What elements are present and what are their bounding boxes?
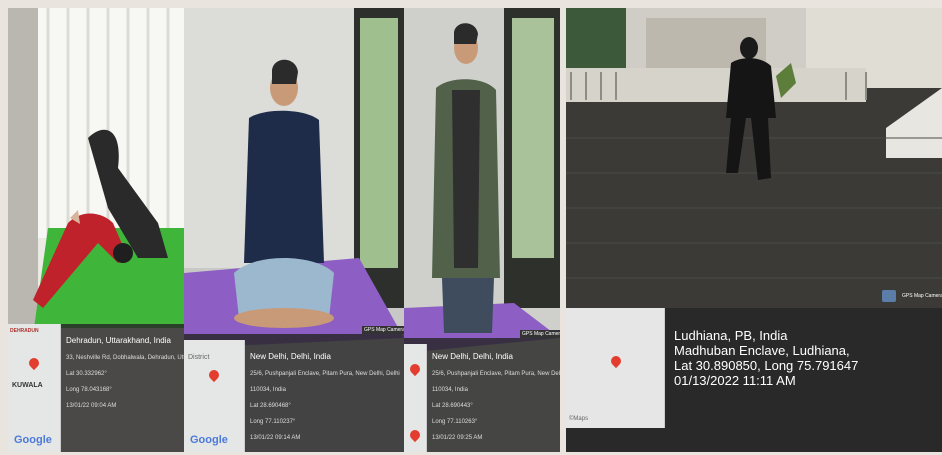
- address: 25/6, Pushpanjali Enclave, Pitam Pura, N…: [432, 371, 560, 377]
- photo-dehradun: DEHRADUN KUWALA Google Dehradun, Uttarak…: [8, 8, 184, 452]
- photo-ludhiana: GPS Map Camera ©Maps Ludhiana, PB, India…: [566, 8, 942, 452]
- address: 33, Neshville Rd, Dobhalwala, Dehradun, …: [66, 355, 184, 361]
- gps-camera-badge: GPS Map Camera: [362, 326, 404, 334]
- location-title: New Delhi, Delhi, India: [432, 352, 513, 361]
- photo-new-delhi-seated: GPS Map Camera District Google New Delhi…: [184, 8, 404, 452]
- google-logo-icon: Google: [14, 434, 52, 446]
- gps-camera-badge: GPS Map Camera: [902, 293, 942, 299]
- caption-location: Ludhiana, PB, India: [674, 328, 788, 343]
- location-title: Dehradun, Uttarakhand, India: [66, 336, 171, 345]
- postal-code: 110034, India: [432, 387, 468, 393]
- caption-coordinates: Lat 30.890850, Long 75.791647: [674, 358, 859, 373]
- map-label: DEHRADUN: [10, 328, 39, 334]
- longitude: Long 77.110237°: [250, 419, 296, 425]
- map-pin-icon: [608, 353, 624, 369]
- longitude: Long 77.110263°: [432, 419, 478, 425]
- photo-new-delhi-kneeling: GPS Map Camera New Delhi, Delhi, India 2…: [404, 8, 560, 452]
- map-label: District: [188, 354, 210, 361]
- geo-caption: Ludhiana, PB, India Madhuban Enclave, Lud…: [674, 328, 858, 388]
- map-pin-icon: [26, 355, 42, 371]
- timestamp: 13/01/22 09:25 AM: [432, 435, 483, 441]
- map-thumbnail: ©Maps: [566, 308, 665, 428]
- map-thumbnail: [404, 344, 427, 452]
- caption-address: Madhuban Enclave, Ludhiana,: [674, 343, 850, 358]
- map-pin-icon: [407, 427, 423, 443]
- caption-timestamp: 01/13/2022 11:11 AM: [674, 373, 796, 388]
- longitude: Long 78.043168°: [66, 387, 112, 393]
- gps-camera-badge: GPS Map Camera: [520, 330, 560, 338]
- gps-camera-icon: [882, 290, 896, 302]
- maps-logo-icon: ©Maps: [569, 416, 589, 422]
- latitude: Lat 28.690443°: [432, 403, 473, 409]
- latitude: Lat 28.690468°: [250, 403, 291, 409]
- map-pin-icon: [206, 367, 222, 383]
- google-logo-icon: Google: [190, 434, 228, 446]
- address: 25/6, Pushpanjali Enclave, Pitam Pura, N…: [250, 371, 400, 377]
- map-label: KUWALA: [12, 382, 43, 389]
- map-thumbnail: District Google: [184, 340, 245, 452]
- location-title: New Delhi, Delhi, India: [250, 352, 331, 361]
- timestamp: 13/01/22 09:04 AM: [66, 403, 117, 409]
- timestamp: 13/01/22 09:14 AM: [250, 435, 301, 441]
- latitude: Lat 30.332962°: [66, 371, 107, 377]
- map-pin-icon: [407, 361, 423, 377]
- postal-code: 110034, India: [250, 387, 286, 393]
- map-thumbnail: DEHRADUN KUWALA Google: [8, 324, 61, 452]
